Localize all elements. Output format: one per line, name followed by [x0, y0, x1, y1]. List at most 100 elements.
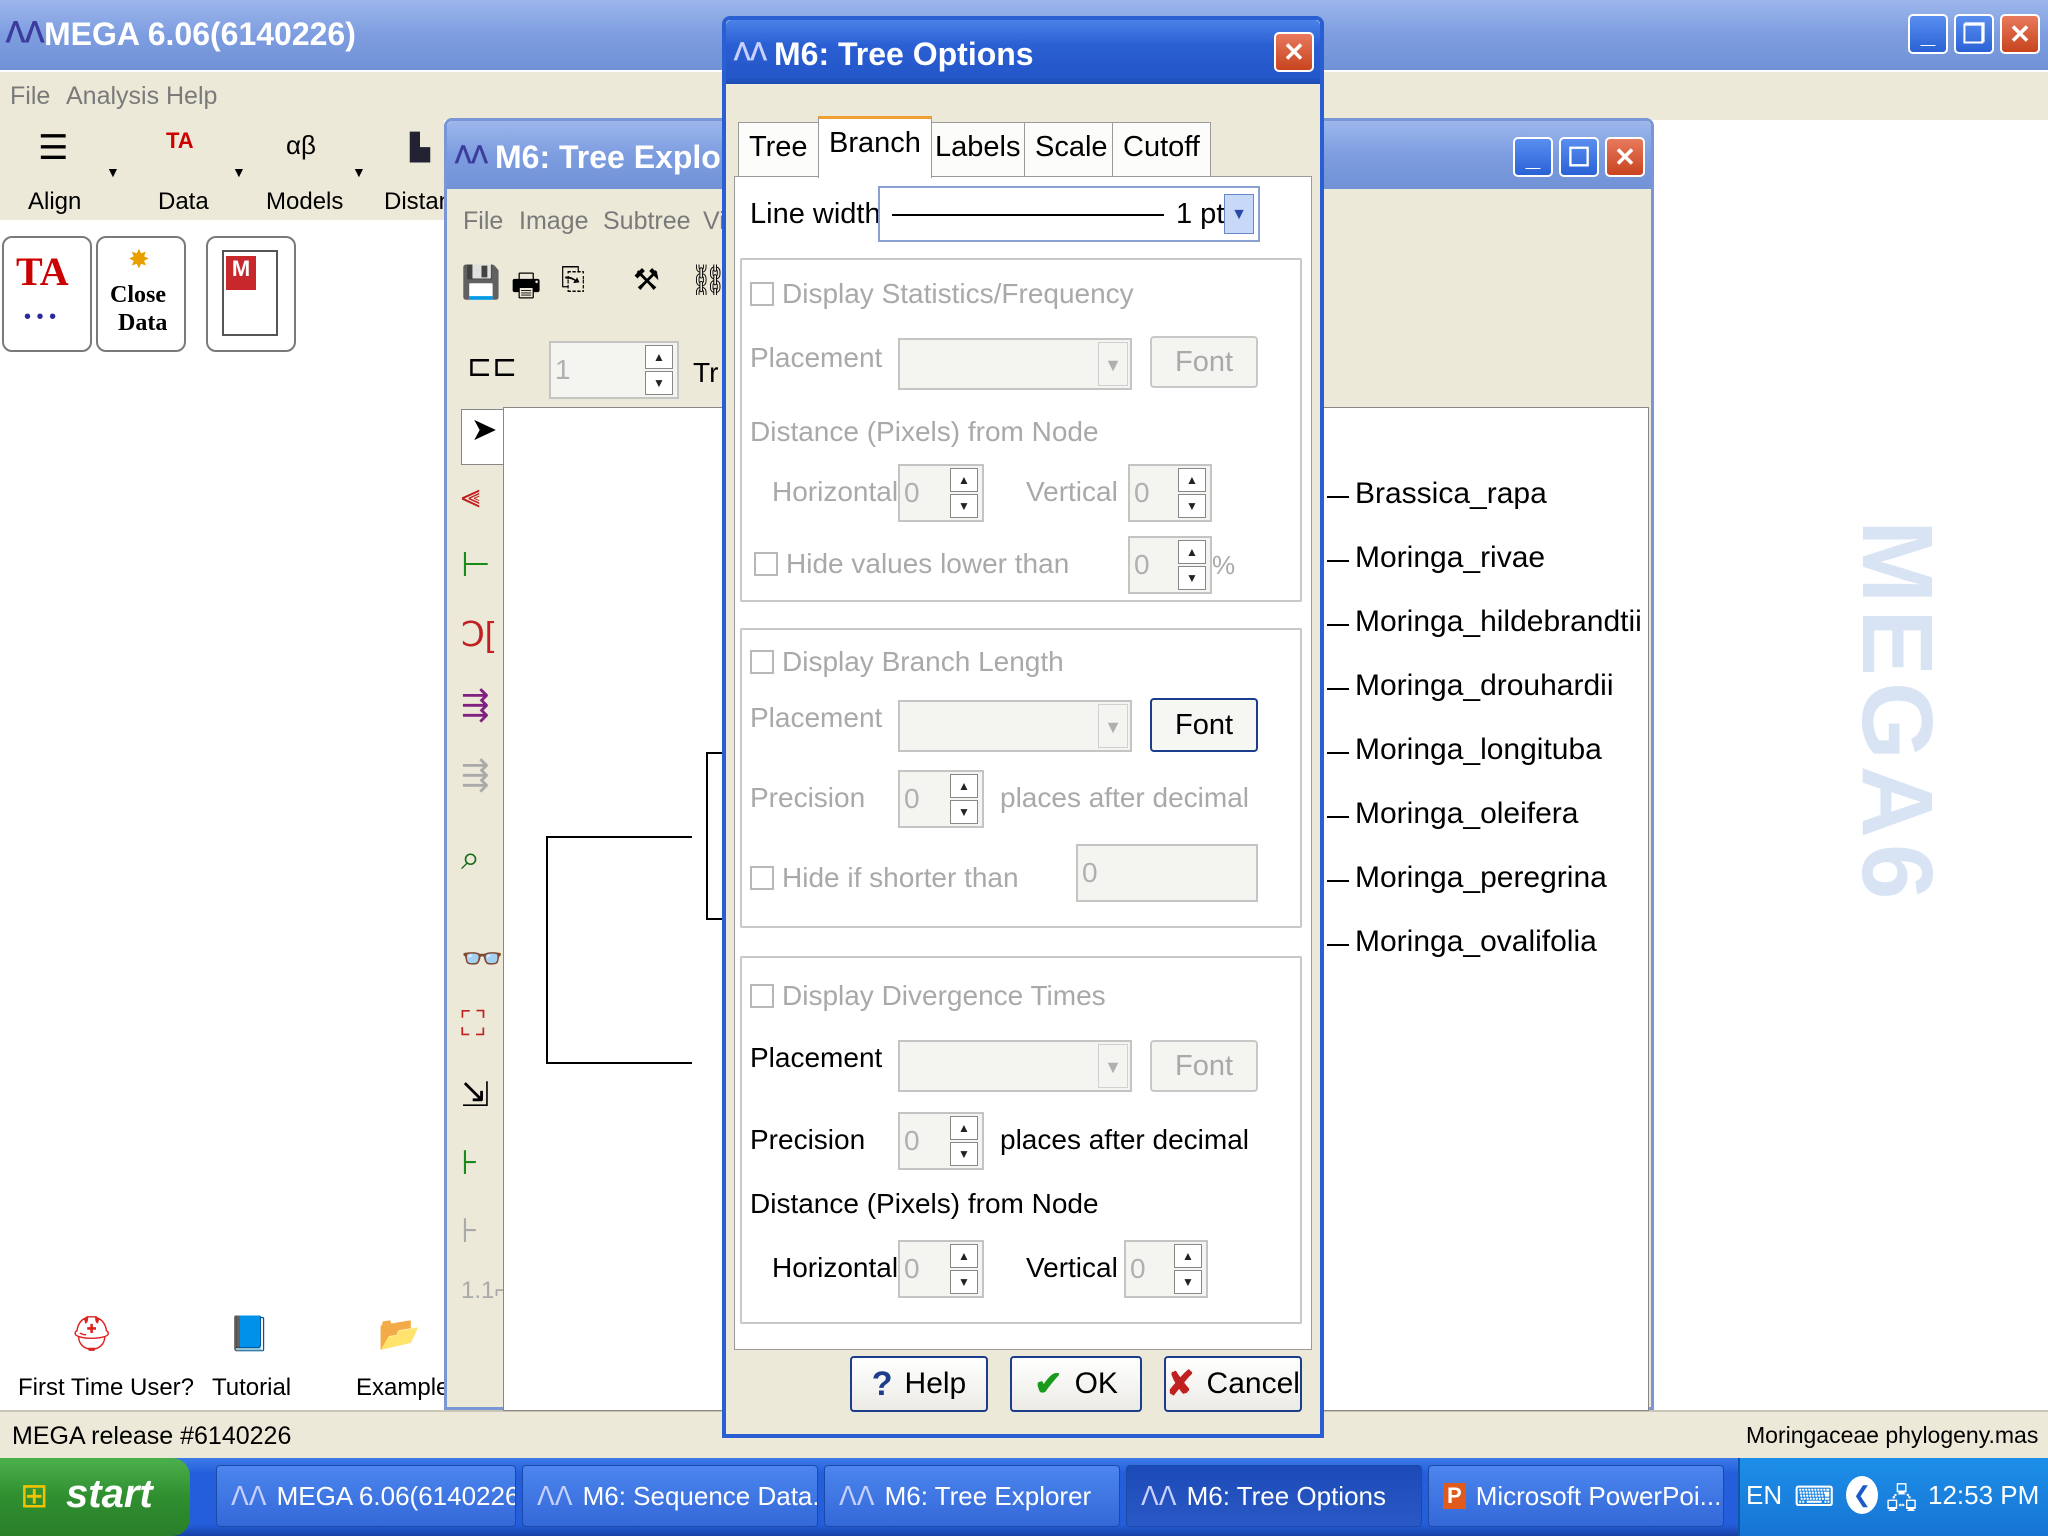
tab-tree[interactable]: Tree — [738, 122, 819, 176]
align-button[interactable]: Align — [28, 188, 81, 216]
tab-branch[interactable]: Branch — [818, 116, 932, 178]
line-width-label: Line width — [750, 198, 881, 230]
taxon-label[interactable]: Moringa_rivae — [1326, 541, 1545, 575]
dv-precision-label: Precision — [750, 1124, 866, 1155]
compress-subtree-icon[interactable]: ⇶ — [461, 685, 490, 725]
help-button[interactable]: ? Help — [850, 1356, 988, 1412]
tree-number-updown[interactable]: ▲ ▼ — [645, 345, 673, 395]
dv-horizontal-value: 0 — [904, 1253, 920, 1284]
print-icon[interactable]: 🖶 — [511, 263, 541, 317]
examples-icon[interactable]: 📂 — [378, 1314, 420, 1354]
dv-placement-select[interactable]: ▼ — [898, 1040, 1132, 1092]
start-button[interactable]: ⊞ start — [0, 1458, 190, 1536]
tab-cutoff[interactable]: Cutoff — [1112, 122, 1211, 176]
bl-precision-spin[interactable]: 0 ▲ ▼ — [898, 770, 984, 828]
stats-placement-select[interactable]: ▼ — [898, 338, 1132, 390]
taxon-label[interactable]: Moringa_ovalifolia — [1327, 925, 1597, 959]
tree-number-spin[interactable]: 1 ▲ ▼ — [549, 341, 679, 399]
hide-values-checkbox[interactable] — [754, 552, 778, 576]
taxon-label[interactable]: Moringa_longituba — [1327, 733, 1602, 767]
open-file-button[interactable]: M — [206, 236, 296, 352]
options-icon[interactable]: ⚒ — [633, 263, 660, 298]
tab-scale[interactable]: Scale — [1024, 122, 1119, 176]
models-dropdown-icon[interactable]: ▼ — [352, 164, 366, 180]
taxon-label[interactable]: Brassica_rapa — [1327, 477, 1547, 511]
te-menu-image[interactable]: Image — [519, 207, 588, 236]
tree-explorer-maximize-button[interactable]: ☐ — [1559, 137, 1599, 177]
stats-font-button[interactable]: Font — [1150, 336, 1258, 388]
display-statistics-checkbox[interactable] — [750, 282, 774, 306]
cancel-button[interactable]: ✘ Cancel — [1164, 1356, 1302, 1412]
first-time-user-icon[interactable]: ⛑ — [70, 1314, 113, 1354]
main-close-button[interactable]: ✕ — [2000, 14, 2040, 54]
hide-if-shorter-checkbox[interactable] — [750, 866, 774, 890]
language-indicator[interactable]: EN — [1746, 1480, 1782, 1511]
display-divergence-checkbox[interactable] — [750, 984, 774, 1008]
taxon-label[interactable]: Moringa_drouhardii — [1327, 669, 1614, 703]
tab-labels[interactable]: Labels — [924, 122, 1032, 176]
zoom-fit-icon[interactable]: ⛶ — [461, 1005, 485, 1044]
te-menu-subtree[interactable]: Subtree — [603, 207, 691, 236]
dv-horizontal-spin[interactable]: 0 ▲ ▼ — [898, 1240, 984, 1298]
distance-button[interactable]: Distan — [384, 188, 452, 216]
root-tree-icon[interactable]: ⫷ — [461, 477, 480, 516]
resize-icon[interactable]: ⇲ — [461, 1075, 490, 1115]
data-dropdown-icon[interactable]: ▼ — [232, 164, 246, 180]
copy-icon[interactable]: ⎘ — [561, 263, 585, 297]
tray-expand-icon[interactable]: ❮ — [1846, 1476, 1878, 1514]
save-icon[interactable]: 💾 — [461, 263, 501, 301]
tree-style-icon[interactable]: ⊏⊏ — [467, 349, 517, 384]
line-width-select[interactable]: 1 pt ▼ — [878, 186, 1260, 242]
taskbar-item-tree-options[interactable]: ᐱᐱ M6: Tree Options — [1126, 1465, 1422, 1527]
main-minimize-button[interactable]: _ — [1908, 14, 1948, 54]
alignment-explorer-button[interactable]: TA • • • — [2, 236, 92, 352]
chevron-down-icon[interactable]: ▼ — [1224, 194, 1254, 234]
tree-explorer-minimize-button[interactable]: _ — [1513, 137, 1553, 177]
taskbar-item-mega[interactable]: ᐱᐱ MEGA 6.06(6140226) — [216, 1465, 516, 1527]
tutorial-icon[interactable]: 📘 — [228, 1314, 270, 1354]
dv-font-button[interactable]: Font — [1150, 1040, 1258, 1092]
taxon-label[interactable]: Moringa_oleifera — [1326, 797, 1578, 831]
menu-help[interactable]: Help — [166, 82, 217, 111]
te-menu-file[interactable]: File — [463, 207, 503, 236]
dv-places-label: places after decimal — [1000, 1124, 1250, 1155]
find-taxa-icon[interactable]: ⌕ — [461, 839, 480, 878]
data-button[interactable]: Data — [158, 188, 209, 216]
ok-button[interactable]: ✔ OK — [1010, 1356, 1142, 1412]
tutorial-link[interactable]: Tutorial — [212, 1374, 291, 1402]
stats-horizontal-spin[interactable]: 0 ▲ ▼ — [898, 464, 984, 522]
menu-analysis[interactable]: Analysis — [66, 82, 159, 111]
taskbar-item-tree-explorer[interactable]: ᐱᐱ M6: Tree Explorer — [824, 1465, 1120, 1527]
menu-file[interactable]: File — [10, 82, 50, 111]
display-branch-length-checkbox[interactable] — [750, 650, 774, 674]
taskbar-item-sequence-data[interactable]: ᐱᐱ M6: Sequence Data... — [522, 1465, 818, 1527]
line-width-value: 1 pt — [1176, 198, 1225, 230]
mega-logo-icon: ᐱᐱ — [231, 1480, 267, 1511]
bl-font-button[interactable]: Font — [1150, 698, 1258, 752]
branch-style-icon[interactable]: ⊦ — [461, 1143, 479, 1183]
taxon-label[interactable]: Moringa_peregrina — [1327, 861, 1607, 895]
models-button[interactable]: Models — [266, 188, 343, 216]
swap-icon[interactable]: Ↄ[ — [461, 615, 494, 655]
taskbar-item-label: MEGA 6.06(6140226) — [276, 1480, 516, 1511]
first-time-user-link[interactable]: First Time User? — [18, 1374, 194, 1402]
stats-vertical-spin[interactable]: 0 ▲ ▼ — [1128, 464, 1212, 522]
taskbar-item-powerpoint[interactable]: P Microsoft PowerPoi... — [1428, 1465, 1724, 1527]
tree-explorer-close-button[interactable]: ✕ — [1605, 137, 1645, 177]
display-statistics-label: Display Statistics/Frequency — [782, 278, 1134, 309]
tree-options-close-button[interactable]: ✕ — [1274, 32, 1314, 72]
align-dropdown-icon[interactable]: ▼ — [106, 164, 120, 180]
hide-if-shorter-input[interactable]: 0 — [1076, 844, 1258, 902]
hide-values-spin[interactable]: 0 ▲ ▼ — [1128, 536, 1212, 594]
flip-subtree-icon[interactable]: ⊢ — [461, 545, 491, 585]
bl-placement-select[interactable]: ▼ — [898, 700, 1132, 752]
binoculars-icon[interactable]: 👓 — [461, 939, 503, 979]
dv-vertical-spin[interactable]: 0 ▲ ▼ — [1124, 1240, 1208, 1298]
keyboard-icon[interactable]: ⌨ — [1794, 1480, 1834, 1513]
main-restore-button[interactable]: ❐ — [1954, 14, 1994, 54]
taxon-label[interactable]: Moringa_hildebrandtii — [1327, 605, 1642, 639]
dv-precision-spin[interactable]: 0 ▲ ▼ — [898, 1112, 984, 1170]
network-icon[interactable]: 🖧 — [1886, 1478, 1917, 1526]
close-data-button[interactable]: ✸ Close Data — [96, 236, 186, 352]
pointer-tool-icon[interactable]: ➤ — [461, 409, 507, 465]
